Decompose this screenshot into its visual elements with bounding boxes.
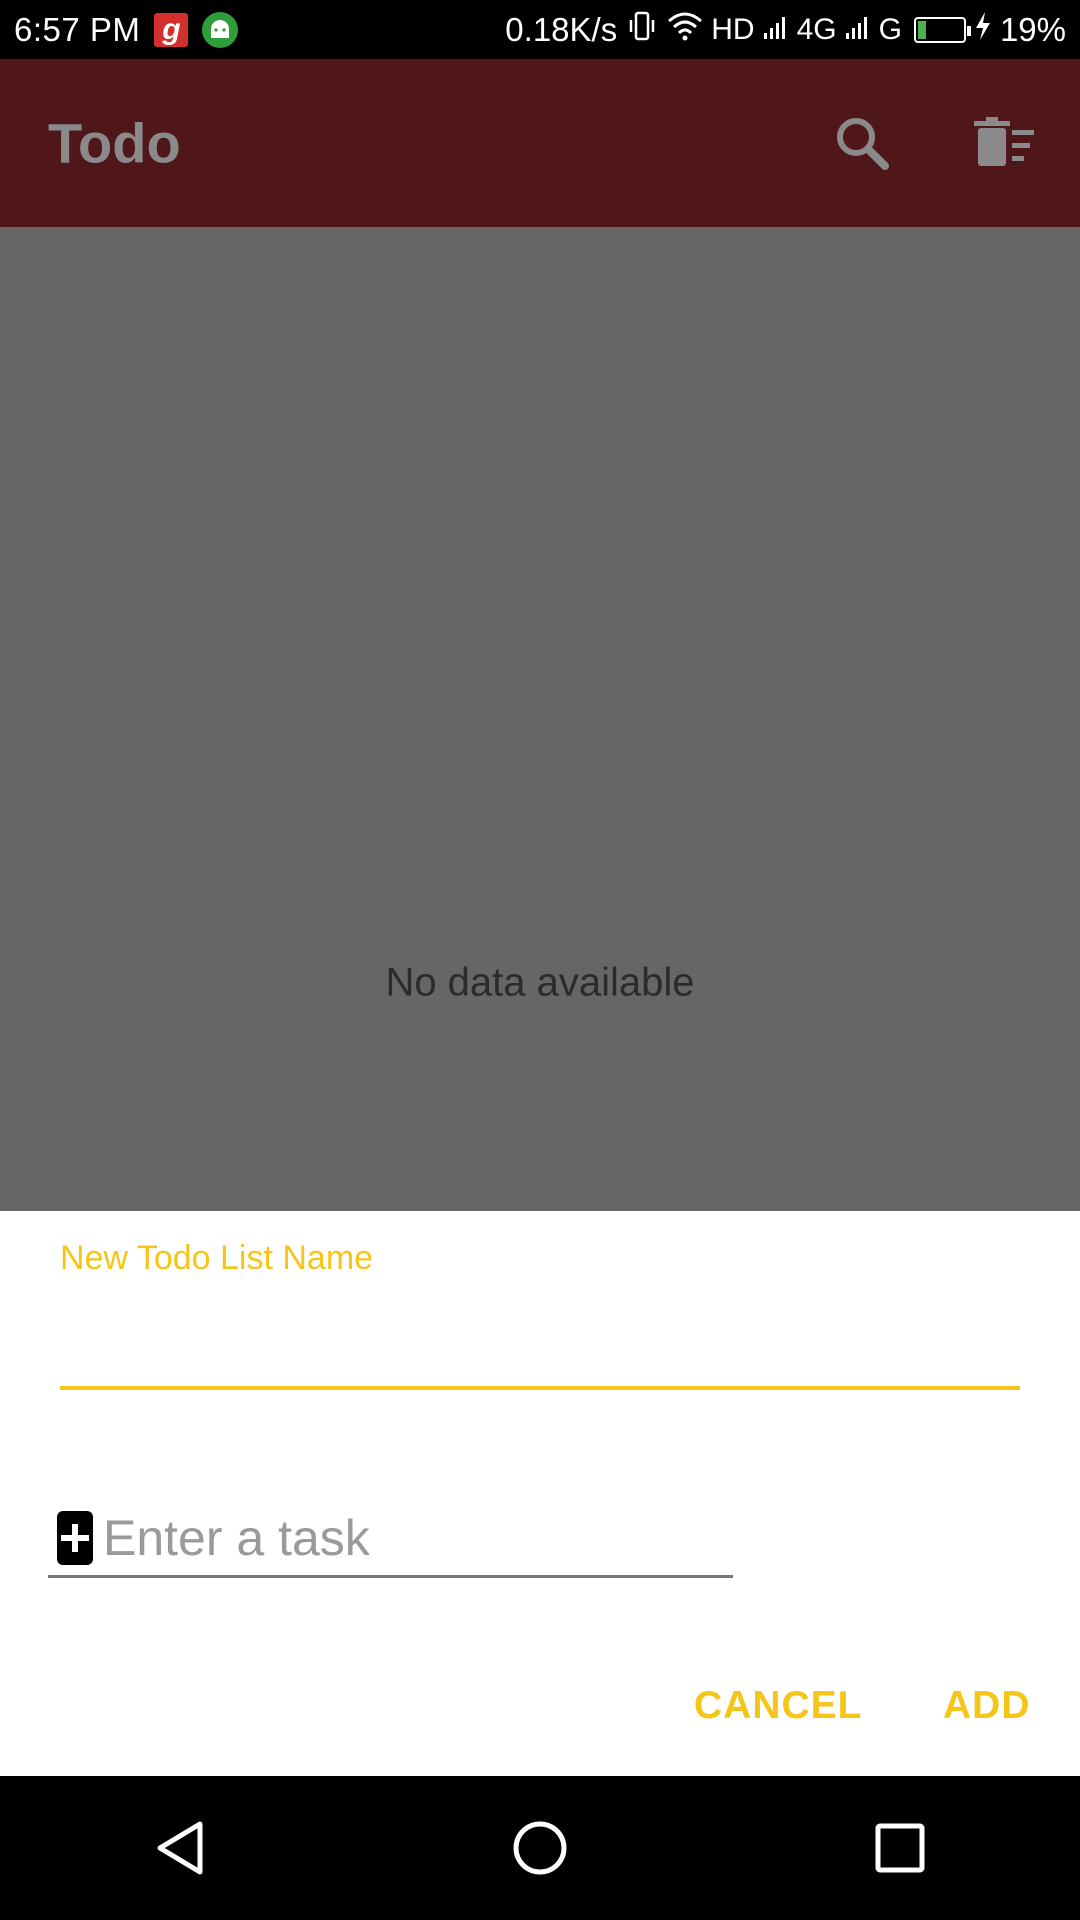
home-icon [513,1821,567,1875]
net-4g-label: 4G [796,12,837,46]
app-g-icon: g [154,12,189,47]
recents-icon [875,1823,925,1873]
status-bar-right: 0.18K/s HD 4G G 19% [505,9,1066,51]
hd-label: HD [711,12,755,46]
recents-button[interactable] [855,1803,945,1893]
app-bar: Todo [0,59,1080,227]
back-icon [157,1821,203,1875]
battery-percent: 19% [999,10,1066,48]
wifi-icon [667,11,703,49]
search-icon [837,118,889,170]
net-speed: 0.18K/s [505,10,618,48]
net-g-label: G [878,12,902,46]
task-row [48,1496,746,1580]
delete-sweep-icon [974,117,1034,166]
signal-icon [763,11,789,49]
list-name-label: New Todo List Name [60,1239,374,1277]
navigation-bar [0,1776,1080,1920]
new-list-dialog: New Todo List Name [0,1211,1080,1776]
list-name-input[interactable] [60,1291,1020,1361]
status-bar-left: 6:57 PM g [14,10,239,49]
screen: 6:57 PM g 0.18K/s HD 4G G 19% Todo No da… [0,0,1080,1920]
charging-icon [974,11,992,49]
add-task-button[interactable] [57,1511,93,1565]
task-input[interactable] [103,1509,746,1567]
battery-fill [917,20,926,39]
empty-state-message: No data available [385,960,695,1005]
home-button[interactable] [495,1803,585,1893]
add-button[interactable]: ADD [943,1684,1031,1728]
content-area: No data available [0,227,1080,1211]
battery-icon [913,16,971,43]
app-title: Todo [48,111,181,175]
cancel-button[interactable]: CANCEL [694,1684,863,1728]
back-button[interactable] [135,1803,225,1893]
vibrate-icon [625,9,659,51]
status-bar: 6:57 PM g 0.18K/s HD 4G G 19% [0,0,1080,59]
search-button[interactable] [830,111,894,175]
delete-sweep-button[interactable] [972,111,1036,175]
signal-icon [845,11,871,49]
add-box-icon [61,1524,89,1552]
android-icon [202,11,239,48]
task-underline [48,1575,733,1578]
list-name-underline [60,1386,1020,1390]
status-time: 6:57 PM [14,10,141,48]
